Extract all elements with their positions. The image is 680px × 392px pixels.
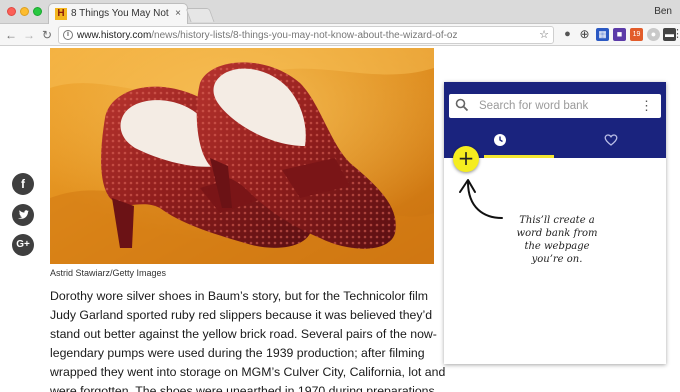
facebook-share-icon[interactable]: f [12,173,34,195]
tab-title: 8 Things You May Not Know About [71,8,171,19]
reload-icon[interactable]: ↻ [40,28,54,42]
info-icon[interactable]: i [63,30,73,40]
clock-icon [493,134,506,146]
url-text[interactable]: www.history.com/news/history-lists/8-thi… [77,29,458,42]
bookmark-star-icon[interactable]: ☆ [539,28,549,41]
purple-extension-icon[interactable]: ■ [613,28,626,41]
add-word-bank-button[interactable]: + [453,146,479,172]
hint-line: word bank from [516,228,598,239]
minimize-window-button[interactable] [20,7,29,16]
article-line: stand out better against the yellow bric… [50,327,437,341]
article-line: legendary pumps were used during the 193… [50,346,425,360]
image-credit: Astrid Stawiarz/Getty Images [50,268,167,278]
url-host: www.history.com [77,30,152,41]
blue-extension-icon[interactable]: ▦ [596,28,609,41]
badge-extension-icon[interactable]: 19 [630,28,643,41]
address-bar[interactable]: i www.history.com/news/history-lists/8-t… [58,26,554,44]
search-input[interactable] [479,97,639,115]
maximize-window-button[interactable] [33,7,42,16]
browser-tab-strip: H 8 Things You May Not Know About × Ben [0,0,680,24]
tab-favorites[interactable] [555,126,666,158]
article-line: wrapped they went into storage on MGM’s … [50,365,446,379]
back-arrow-icon[interactable]: ← [4,28,18,42]
forward-arrow-icon[interactable]: → [22,28,36,42]
word-bank-panel: ⋮ + This’ll create a word bank from the … [444,82,666,364]
ruby-slippers-image [50,48,434,264]
google-plus-share-icon[interactable]: G+ [12,234,34,256]
close-window-button[interactable] [7,7,16,16]
history-favicon-icon: H [55,8,67,20]
twitter-bird-icon [18,210,29,219]
browser-menu-icon[interactable]: ⋮ [672,28,680,41]
panel-header: ⋮ [444,82,666,158]
article-line: Dorothy wore silver shoes in Baum’s stor… [50,289,428,303]
search-icon[interactable] [455,98,469,112]
browser-tab[interactable]: H 8 Things You May Not Know About × [48,3,188,24]
curved-arrow-icon [459,179,503,219]
hint-line: This’ll create a [519,215,595,226]
heart-icon [604,134,617,146]
article-body: Dorothy wore silver shoes in Baum’s stor… [50,287,446,392]
target-extension-icon[interactable]: ⊕ [578,28,591,41]
new-tab-button[interactable] [185,8,215,22]
browser-toolbar: ← → ↻ i www.history.com/news/history-lis… [0,24,680,46]
profile-name[interactable]: Ben [654,6,672,17]
url-path: /news/history-lists/8-things-you-may-not… [151,30,458,41]
more-options-icon[interactable]: ⋮ [640,98,653,114]
hint-line: the webpage [524,241,590,252]
article-line: were forgotten. The shoes were unearthed… [50,384,435,392]
tab-close-icon[interactable]: × [175,8,181,20]
grey-extension-icon[interactable]: ● [647,28,660,41]
word-bank-hint: This’ll create a word bank from the webp… [502,214,612,266]
active-tab-indicator [484,155,554,158]
hint-line: you’re on. [531,254,583,265]
article-line: Judy Garland sported ruby red slippers b… [50,308,433,322]
article-photo [50,48,434,264]
chat-extension-icon[interactable]: ● [561,28,574,41]
word-bank-search[interactable]: ⋮ [449,94,661,118]
twitter-share-icon[interactable] [12,204,34,226]
